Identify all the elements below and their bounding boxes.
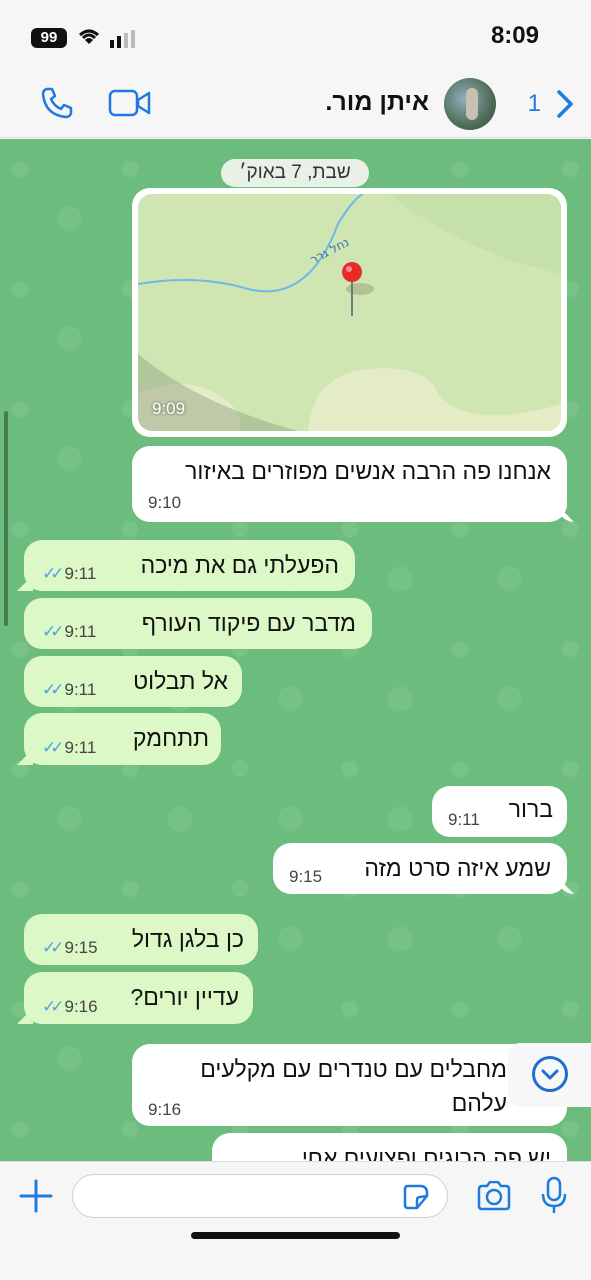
map-preview[interactable]: נחל גרר 9:09 [138,194,561,431]
battery-indicator: 99 [31,28,67,48]
read-ticks-icon: ✓✓ [42,622,64,641]
scrollbar[interactable] [4,411,8,626]
message-bubble-outgoing[interactable]: כן בלגן גדול ✓✓ 9:15 [24,914,258,965]
message-text: ברור [508,796,553,822]
message-text: יש פה הרוגים ופצועים אחי [301,1145,551,1161]
message-bubble-incoming[interactable]: אנחנו פה הרבה אנשים מפוזרים באיזור 9:10 [132,446,567,522]
message-bubble-outgoing[interactable]: מדבר עם פיקוד העורף ✓✓ 9:11 [24,598,372,649]
message-text: הפעלתי גם את מיכה [140,552,339,578]
message-time: 9:16 [148,1100,182,1119]
read-ticks-icon: ✓✓ [42,680,64,699]
contact-name[interactable]: איתן מור. [325,88,429,117]
message-bubble-incoming[interactable]: יש פה הרוגים ופצועים אחי [212,1133,567,1161]
camera-icon[interactable] [476,1181,512,1211]
phone-icon[interactable] [40,86,74,120]
message-meta: ✓✓ 9:11 [42,738,97,757]
message-text: מדבר עם פיקוד העורף [141,610,356,636]
video-icon[interactable] [108,88,152,118]
signal-icon [110,30,135,48]
back-chevron-icon[interactable] [553,88,577,120]
message-time: 9:09 [152,399,186,418]
scroll-to-bottom-button[interactable] [508,1043,591,1107]
message-meta: ✓✓ 9:16 [42,997,98,1016]
message-bubble-incoming[interactable]: שמע איזה סרט מזה 9:15 [273,843,567,894]
message-time: 9:15 [289,867,323,886]
message-input[interactable] [72,1174,448,1218]
sticker-icon[interactable] [403,1184,429,1210]
message-text: אל תבלוט [133,668,228,694]
chevron-down-icon [532,1056,568,1092]
message-text: מחבלים עם טנדרים עם מקלעים [200,1056,507,1082]
unread-count[interactable]: 1 [528,90,541,118]
message-time: 9:11 [448,810,480,829]
map-label: נחל גרר [308,235,351,264]
microphone-icon[interactable] [540,1176,568,1216]
message-bubble-incoming[interactable]: ברור 9:11 [432,786,567,837]
home-indicator [191,1232,400,1239]
read-ticks-icon: ✓✓ [42,738,64,757]
wifi-icon [79,29,99,44]
read-ticks-icon: ✓✓ [42,938,64,957]
message-meta: ✓✓ 9:15 [42,938,98,957]
message-meta: ✓✓ 9:11 [42,564,97,583]
message-time: 9:10 [148,493,182,512]
message-bubble-outgoing[interactable]: הפעלתי גם את מיכה ✓✓ 9:11 [24,540,355,591]
composer-bar [0,1161,591,1280]
message-bubble-incoming[interactable]: מחבלים עם טנדרים עם מקלעים עלהם 9:16 [132,1044,567,1126]
message-text: כן בלגן גדול [131,926,244,952]
location-message[interactable]: נחל גרר 9:09 [132,188,567,437]
message-bubble-outgoing[interactable]: תתחמק ✓✓ 9:11 [24,713,221,765]
chat-header: איתן מור. 1 [0,70,591,138]
plus-icon[interactable] [18,1178,54,1214]
message-text: שמע איזה סרט מזה [364,855,551,881]
message-text: אנחנו פה הרבה אנשים מפוזרים באיזור [185,458,551,484]
status-bar: 99 8:09 [0,0,591,70]
message-text-line2: עלהם [451,1090,507,1116]
contact-avatar[interactable] [444,78,496,130]
message-bubble-outgoing[interactable]: אל תבלוט ✓✓ 9:11 [24,656,242,707]
date-separator: שבת, 7 באוק׳ [221,159,369,187]
svg-text:נחל גרר: נחל גרר [308,235,351,264]
message-bubble-outgoing[interactable]: עדיין יורים? ✓✓ 9:16 [24,972,253,1024]
status-time: 8:09 [490,22,539,49]
message-text: עדיין יורים? [130,984,239,1010]
message-meta: ✓✓ 9:11 [42,622,97,641]
message-text: תתחמק [132,725,209,751]
read-ticks-icon: ✓✓ [42,564,64,583]
read-ticks-icon: ✓✓ [42,997,64,1016]
chat-area[interactable]: שבת, 7 באוק׳ נחל גרר 9:09 אנחנו פה הרבה … [0,139,591,1161]
message-meta: ✓✓ 9:11 [42,680,97,699]
